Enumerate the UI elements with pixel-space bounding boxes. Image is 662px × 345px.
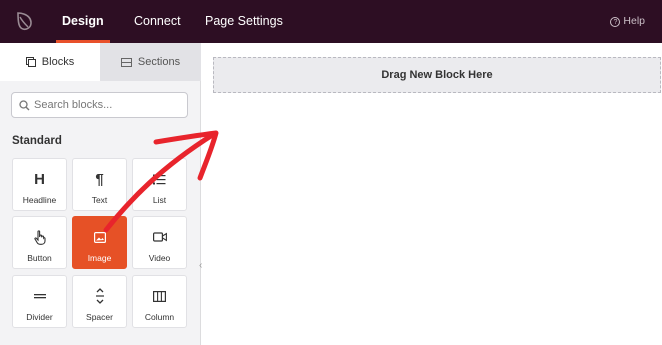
block-spacer[interactable]: Spacer — [72, 275, 127, 328]
help-link[interactable]: ? Help — [610, 0, 645, 43]
search-icon — [19, 100, 30, 111]
tab-sections-label: Sections — [137, 56, 181, 68]
tab-design[interactable]: Design — [56, 0, 110, 43]
tab-blocks[interactable]: Blocks — [0, 43, 100, 81]
logo-icon — [17, 12, 32, 31]
block-label: Video — [148, 253, 171, 263]
help-label: Help — [623, 15, 645, 27]
tab-connect[interactable]: Connect — [134, 0, 181, 43]
block-label: Button — [27, 253, 52, 263]
block-label: Spacer — [86, 312, 113, 322]
pointer-icon — [33, 229, 46, 245]
annotation-arrow-icon — [103, 130, 219, 233]
block-divider[interactable]: Divider — [12, 275, 67, 328]
block-button[interactable]: Button — [12, 216, 67, 269]
tab-page-settings[interactable]: Page Settings — [205, 0, 283, 43]
help-icon: ? — [610, 17, 621, 27]
tab-sections[interactable]: Sections — [100, 43, 201, 81]
divider-icon — [33, 294, 46, 299]
tab-blocks-label: Blocks — [41, 56, 75, 68]
blocks-icon — [25, 57, 36, 67]
drop-zone[interactable]: Drag New Block Here — [213, 57, 661, 93]
column-icon — [153, 290, 166, 302]
block-label: Divider — [26, 312, 53, 322]
search-input[interactable] — [34, 96, 184, 114]
search-box[interactable] — [11, 92, 188, 118]
sections-icon — [120, 58, 132, 67]
block-headline[interactable]: H Headline — [12, 158, 67, 211]
section-title-standard: Standard — [12, 135, 62, 147]
headline-icon: H — [34, 170, 45, 188]
block-label: Image — [87, 253, 112, 263]
block-label: Column — [144, 312, 175, 322]
spacer-icon — [95, 288, 104, 304]
top-bar: Design Connect Page Settings ? Help — [0, 0, 662, 43]
page-builder: Design Connect Page Settings ? Help Block… — [0, 0, 662, 345]
block-column[interactable]: Column — [132, 275, 187, 328]
collapse-sidebar-icon[interactable]: ‹ — [199, 260, 209, 274]
block-label: Headline — [22, 195, 57, 205]
